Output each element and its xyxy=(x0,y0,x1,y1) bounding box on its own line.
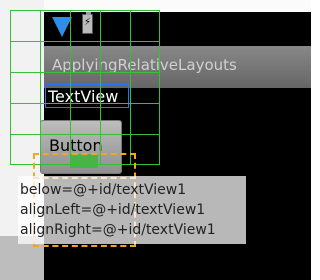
layout-grid xyxy=(10,10,160,165)
grid-line xyxy=(10,10,160,11)
grid-line xyxy=(10,10,11,165)
grid-line xyxy=(70,10,71,165)
grid-line xyxy=(10,41,160,42)
grid-line xyxy=(10,134,160,135)
grid-line xyxy=(100,10,101,165)
tooltip-line-align-right: alignRight=@+id/textView1 xyxy=(20,222,216,238)
grid-line xyxy=(130,10,131,165)
grid-line xyxy=(10,103,160,104)
tooltip-line-below: below=@+id/textView1 xyxy=(20,182,187,198)
tooltip-line-align-left: alignLeft=@+id/textView1 xyxy=(20,202,206,218)
constraint-tooltip: below=@+id/textView1 alignLeft=@+id/text… xyxy=(18,176,246,244)
grid-line xyxy=(40,10,41,165)
grid-line xyxy=(10,72,160,73)
grid-line xyxy=(159,10,160,165)
